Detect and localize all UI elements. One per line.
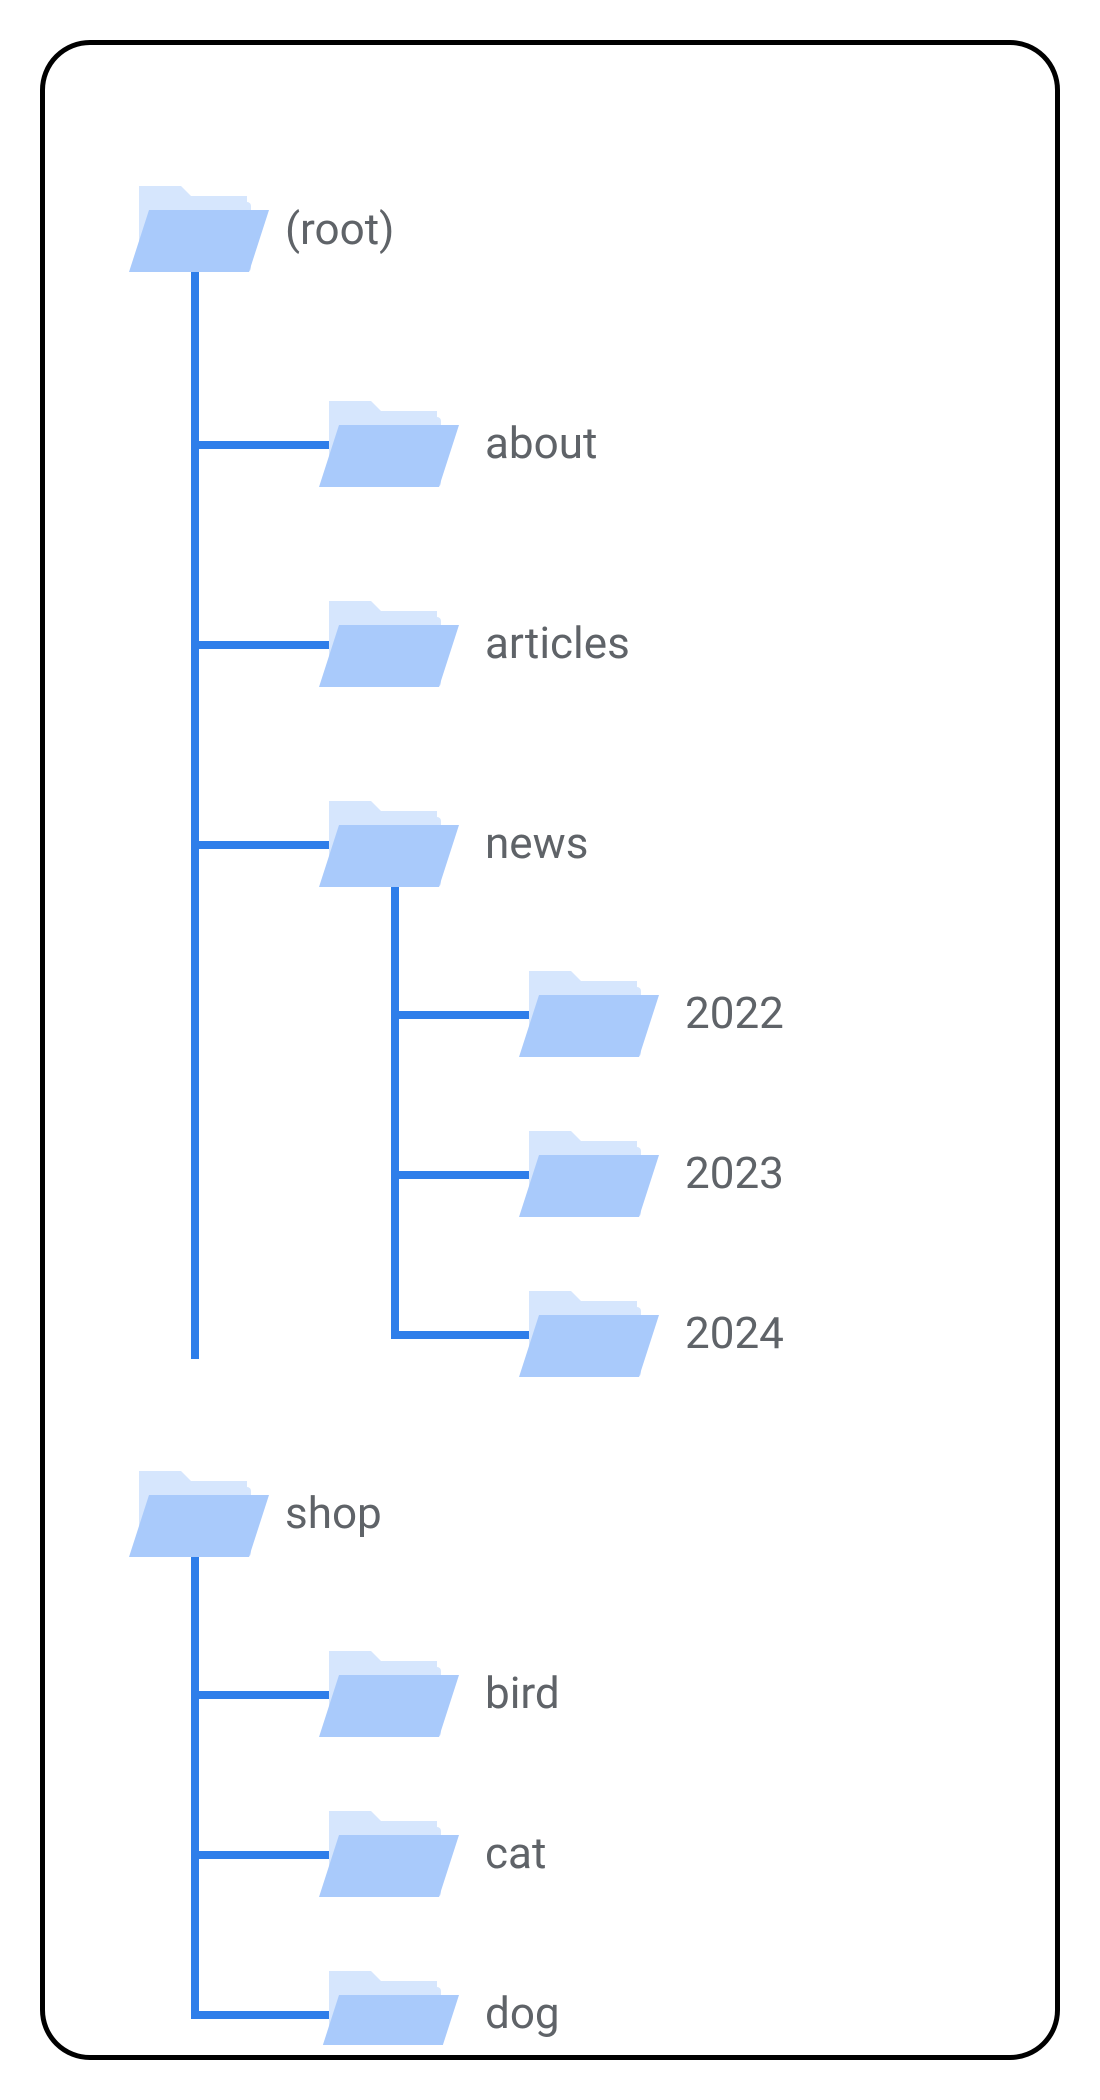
folder-label-about: about	[485, 417, 597, 469]
folder-label-2023: 2023	[685, 1147, 784, 1199]
tree-connectors-svg	[45, 45, 1045, 2045]
folder-label-news: news	[485, 817, 588, 869]
folder-label-2024: 2024	[685, 1307, 784, 1359]
folder-icon	[129, 1471, 269, 1557]
folder-label-2022: 2022	[685, 987, 784, 1039]
folder-label-shop: shop	[285, 1487, 382, 1539]
folder-icon	[319, 1651, 459, 1737]
folder-label-root: (root)	[285, 203, 394, 255]
folder-icon	[319, 1811, 459, 1897]
folder-icon	[519, 1291, 659, 1377]
diagram-frame: (root) about articles news 2022 2023 202…	[40, 40, 1060, 2060]
folder-label-cat: cat	[485, 1827, 546, 1879]
folder-icon	[319, 401, 459, 487]
folder-icon	[319, 1971, 459, 2045]
folder-icon	[319, 801, 459, 887]
folder-label-articles: articles	[485, 617, 630, 669]
folder-icon	[129, 186, 269, 272]
folder-icon	[519, 971, 659, 1057]
folder-icon	[319, 601, 459, 687]
folder-icon	[519, 1131, 659, 1217]
folder-label-dog: dog	[485, 1987, 560, 2039]
folder-label-bird: bird	[485, 1667, 560, 1719]
